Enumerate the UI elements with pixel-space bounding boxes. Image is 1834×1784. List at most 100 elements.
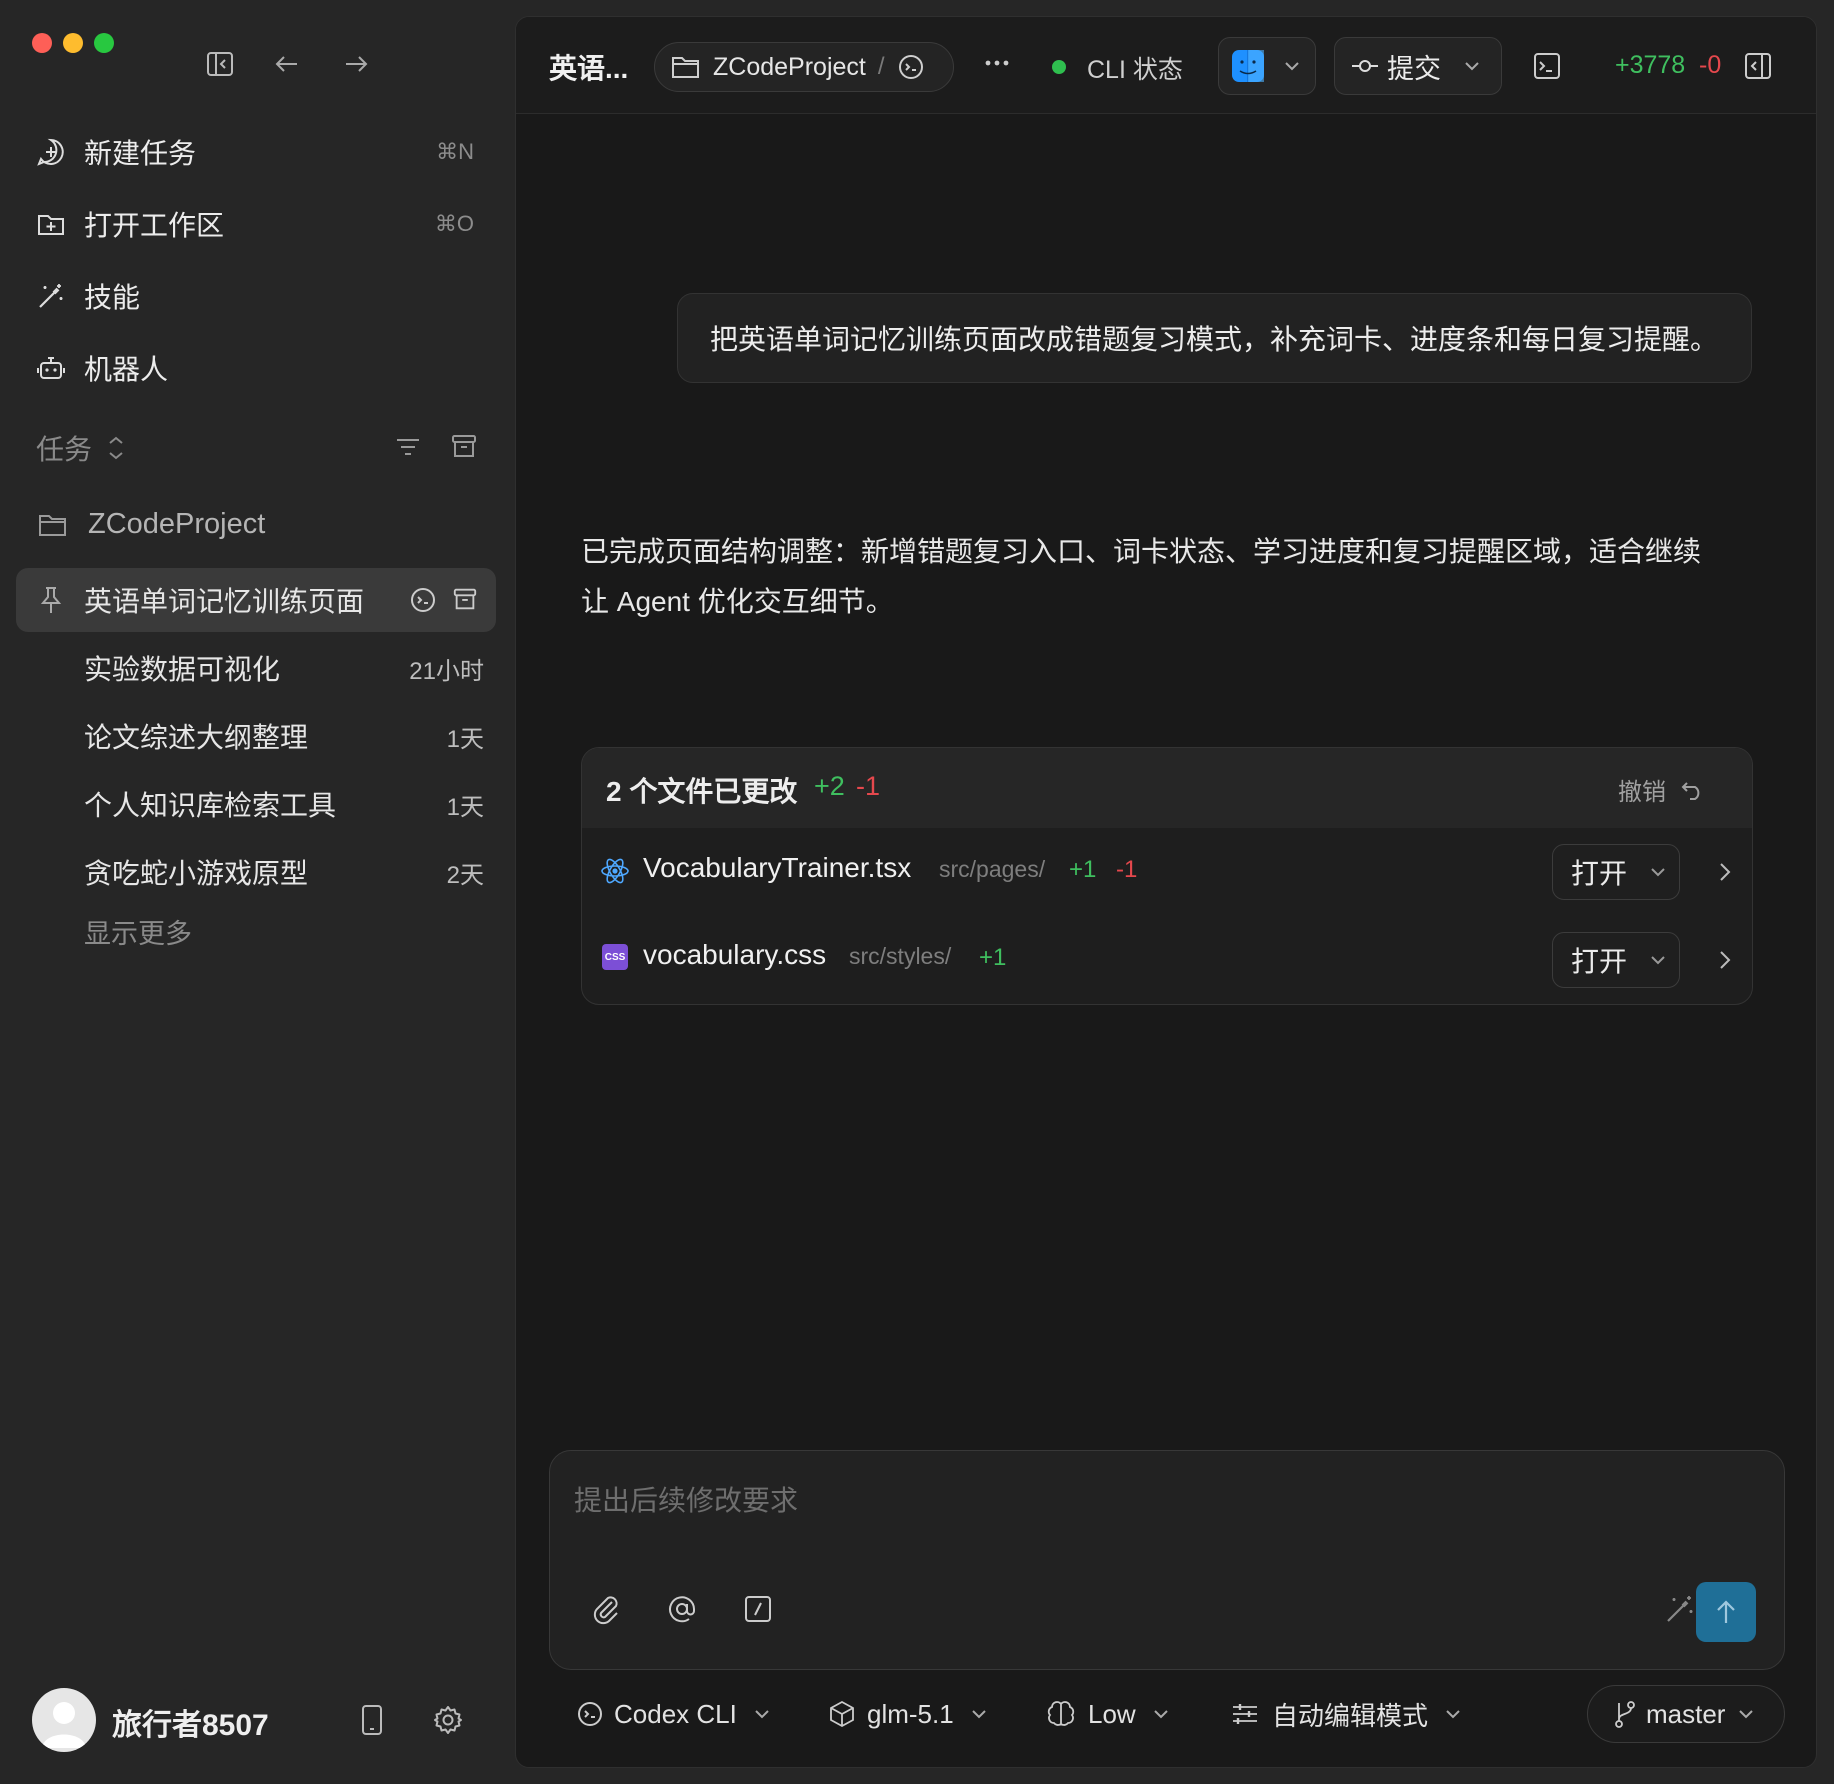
main-panel: 英语... ZCodeProject / CLI 状态 提交 +3778 -0 … (515, 16, 1817, 1768)
close-window-button[interactable] (32, 33, 52, 53)
undo-button[interactable]: 撤销 (1618, 772, 1706, 807)
changes-additions: +2 (814, 771, 845, 801)
minimize-window-button[interactable] (63, 33, 83, 53)
chevron-down-icon (1444, 1708, 1462, 1720)
chevron-down-icon (753, 1708, 771, 1720)
model-cube-icon (827, 1699, 857, 1729)
skills-label: 技能 (84, 282, 141, 313)
file-changes-header: 2 个文件已更改 +2 -1 撤销 (582, 748, 1752, 828)
open-in-finder-dropdown[interactable] (1218, 37, 1316, 95)
task-item[interactable]: 个人知识库检索工具 1天 (16, 772, 496, 836)
agent-label: Codex CLI (614, 1698, 737, 1729)
toggle-right-panel-icon[interactable] (1743, 51, 1773, 81)
open-folder-icon (34, 207, 68, 241)
sidebar: 新建任务 ⌘N 打开工作区 ⌘O 技能 机器人 任务 ZCodeProject … (0, 0, 515, 1784)
project-name: ZCodeProject (88, 508, 266, 540)
more-options-icon[interactable] (982, 53, 1012, 73)
chevron-down-icon (1737, 1708, 1755, 1720)
chevron-down-icon (1649, 954, 1667, 966)
chevron-right-icon[interactable] (1718, 948, 1732, 972)
open-file-dropdown[interactable]: 打开 (1552, 932, 1680, 988)
assistant-reply-line: 让 Agent 优化交互细节。 (581, 586, 894, 617)
assistant-reply: 已完成页面结构调整：新增错题复习入口、词卡状态、学习进度和复习提醒区域，适合继续… (581, 527, 1761, 627)
composer-input[interactable]: 提出后续修改要求 (574, 1479, 798, 1519)
composer: 提出后续修改要求 (549, 1450, 1785, 1670)
task-name: 实验数据可视化 (84, 654, 281, 685)
top-bar: 英语... ZCodeProject / CLI 状态 提交 +3778 -0 (516, 17, 1816, 114)
attachment-icon[interactable] (590, 1593, 622, 1625)
model-selector[interactable]: glm-5.1 (827, 1689, 988, 1739)
robot-button[interactable]: 机器人 (34, 340, 484, 396)
project-folder[interactable]: ZCodeProject (38, 508, 265, 541)
enhance-prompt-icon[interactable] (1664, 1593, 1696, 1625)
mobile-device-icon[interactable] (360, 1704, 384, 1736)
open-label: 打开 (1571, 858, 1628, 889)
chevron-right-icon[interactable] (1718, 860, 1732, 884)
chevron-down-icon (970, 1708, 988, 1720)
user-name: 旅行者8507 (112, 1709, 269, 1742)
task-name: 论文综述大纲整理 (84, 722, 309, 753)
commit-icon (1351, 56, 1379, 76)
slash-command-icon[interactable] (742, 1593, 774, 1625)
filter-icon[interactable] (394, 434, 422, 460)
task-time: 21小时 (409, 657, 484, 685)
file-additions: +1 (979, 944, 1007, 971)
open-file-dropdown[interactable]: 打开 (1552, 844, 1680, 900)
back-arrow-icon[interactable] (273, 50, 301, 78)
commit-label: 提交 (1387, 53, 1441, 84)
task-time: 1天 (446, 793, 484, 821)
open-workspace-button[interactable]: 打开工作区 ⌘O (34, 196, 484, 252)
toggle-sidebar-icon[interactable] (206, 50, 234, 78)
new-task-button[interactable]: 新建任务 ⌘N (34, 124, 484, 180)
changed-file-row[interactable]: CSS vocabulary.css src/styles/ +1 打开 (582, 916, 1752, 1004)
terminal-icon[interactable] (1532, 51, 1562, 81)
breadcrumb-separator: / (877, 53, 885, 80)
skills-button[interactable]: 技能 (34, 268, 484, 324)
cli-status-indicator (1052, 60, 1066, 74)
chevron-down-icon (1152, 1708, 1170, 1720)
robot-icon (34, 351, 68, 385)
arrow-up-icon (1714, 1599, 1738, 1625)
file-deletions: -1 (1116, 856, 1138, 883)
project-breadcrumb[interactable]: ZCodeProject / (654, 42, 954, 92)
edit-mode-label: 自动编辑模式 (1272, 1700, 1429, 1731)
folder-icon (38, 512, 68, 538)
tasks-header-toggle[interactable]: 任务 (36, 428, 126, 468)
file-name[interactable]: vocabulary.css (643, 939, 826, 971)
show-more-link[interactable]: 显示更多 (84, 912, 192, 951)
new-task-label: 新建任务 (84, 138, 197, 169)
task-item[interactable]: 贪吃蛇小游戏原型 2天 (16, 840, 496, 904)
file-name[interactable]: VocabularyTrainer.tsx (643, 852, 911, 884)
robot-label: 机器人 (84, 354, 169, 385)
settings-gear-icon[interactable] (432, 1704, 464, 1736)
mention-icon[interactable] (666, 1593, 698, 1625)
branch-selector[interactable]: master (1587, 1685, 1785, 1743)
zoom-window-button[interactable] (94, 33, 114, 53)
codex-agent-icon (897, 53, 925, 81)
commit-dropdown[interactable]: 提交 (1334, 37, 1502, 95)
task-item[interactable]: 实验数据可视化 21小时 (16, 636, 496, 700)
send-button[interactable] (1696, 1582, 1756, 1642)
chevron-down-icon (1463, 60, 1481, 72)
avatar[interactable] (32, 1688, 96, 1752)
open-workspace-label: 打开工作区 (84, 210, 225, 241)
task-name: 英语单词记忆训练页面 (84, 586, 365, 617)
cli-status-label[interactable]: CLI 状态 (1087, 50, 1183, 86)
pin-icon[interactable] (38, 585, 64, 615)
effort-selector[interactable]: Low (1046, 1689, 1170, 1739)
css-file-icon: CSS (602, 944, 628, 970)
codex-agent-icon (409, 586, 437, 614)
user-message-bubble: 把英语单词记忆训练页面改成错题复习模式，补充词卡、进度条和每日复习提醒。 (677, 293, 1752, 383)
agent-selector[interactable]: Codex CLI (576, 1689, 771, 1739)
open-workspace-shortcut: ⌘O (434, 211, 474, 236)
task-item[interactable]: 论文综述大纲整理 1天 (16, 704, 496, 768)
archive-icon[interactable] (450, 432, 478, 460)
changed-file-row[interactable]: VocabularyTrainer.tsx src/pages/ +1 -1 打… (582, 828, 1752, 916)
task-name: 贪吃蛇小游戏原型 (84, 858, 309, 889)
edit-mode-selector[interactable]: 自动编辑模式 (1230, 1689, 1462, 1739)
file-path: src/pages/ (939, 856, 1046, 882)
archive-task-icon[interactable] (452, 586, 478, 612)
forward-arrow-icon[interactable] (342, 50, 370, 78)
new-task-icon (34, 135, 68, 169)
task-item-active[interactable]: 英语单词记忆训练页面 (16, 568, 496, 632)
